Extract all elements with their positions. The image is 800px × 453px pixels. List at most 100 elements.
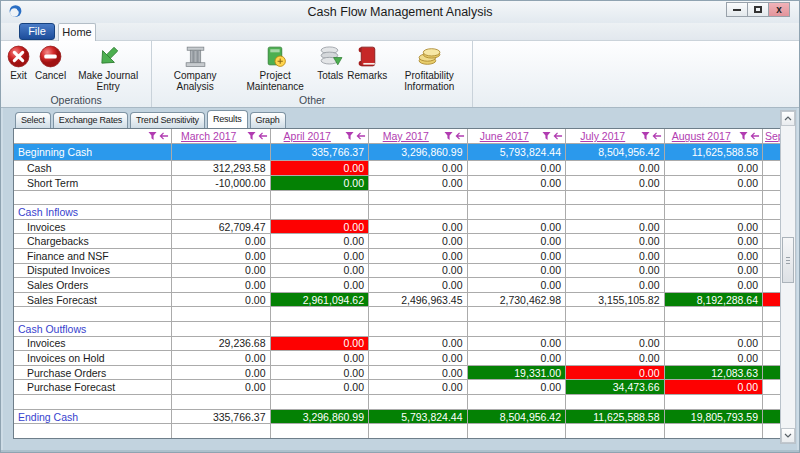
grid-cell[interactable] <box>665 424 764 438</box>
grid-cell[interactable]: 0.00 <box>369 249 468 263</box>
grid-cell[interactable]: 11,625,588.58 <box>566 410 665 424</box>
grid-cell[interactable] <box>763 249 781 263</box>
grid-cell[interactable]: 0.00 <box>665 161 764 175</box>
grid-cell[interactable]: 0.00 <box>665 176 764 190</box>
month-link[interactable]: May 2017 <box>383 130 429 142</box>
grid-cell[interactable]: 0.00 <box>369 264 468 278</box>
grid-cell[interactable] <box>369 191 468 205</box>
grid-cell[interactable]: 0.00 <box>271 380 370 394</box>
grid-cell[interactable] <box>468 205 567 219</box>
row-label[interactable]: Cash Outflows <box>14 322 172 336</box>
grid-cell[interactable]: 0.00 <box>271 264 370 278</box>
grid-cell[interactable] <box>763 205 781 219</box>
grid-cell[interactable]: 0.00 <box>369 351 468 365</box>
filter-icon[interactable] <box>247 132 256 141</box>
filter-icon[interactable] <box>345 132 354 141</box>
grid-cell[interactable]: -10,000.00 <box>172 176 271 190</box>
row-label[interactable] <box>14 191 172 205</box>
grid-cell[interactable]: 0.00 <box>468 220 567 234</box>
grid-cell[interactable]: 0.00 <box>172 234 271 248</box>
tab-results[interactable]: Results <box>207 110 248 128</box>
grid-cell[interactable]: 3,155,105.82 <box>566 293 665 307</box>
grid-cell[interactable] <box>468 424 567 438</box>
grid-cell[interactable]: 0.00 <box>566 249 665 263</box>
arrow-left-icon[interactable] <box>750 132 760 141</box>
grid-cell[interactable]: 0.00 <box>172 264 271 278</box>
filter-icon[interactable] <box>641 132 650 141</box>
row-label[interactable]: Cash Inflows <box>14 205 172 219</box>
grid-cell[interactable]: 34,473.66 <box>566 380 665 394</box>
grid-cell[interactable]: 62,709.47 <box>172 220 271 234</box>
arrow-left-icon[interactable] <box>553 132 563 141</box>
filter-icon[interactable] <box>148 132 157 141</box>
filter-icon[interactable] <box>542 132 551 141</box>
row-label[interactable]: Beginning Cash <box>14 144 172 160</box>
cancel-button[interactable]: Cancel <box>33 43 68 83</box>
grid-cell[interactable] <box>172 191 271 205</box>
grid-cell[interactable] <box>369 205 468 219</box>
grid-cell[interactable]: 3,296,860.99 <box>271 410 370 424</box>
grid-cell[interactable] <box>468 322 567 336</box>
row-label[interactable]: Purchase Forecast <box>14 380 172 394</box>
make-journal-entry-button[interactable]: Make Journal Entry <box>68 43 148 93</box>
grid-cell[interactable]: 335,766.37 <box>271 144 370 160</box>
grid-cell[interactable] <box>271 191 370 205</box>
month-link[interactable]: July 2017 <box>580 130 625 142</box>
home-tab[interactable]: Home <box>58 23 96 41</box>
arrow-left-icon[interactable] <box>159 132 169 141</box>
grid-cell[interactable]: 0.00 <box>468 264 567 278</box>
maximize-button[interactable] <box>747 2 769 17</box>
grid-cell[interactable] <box>763 234 781 248</box>
grid-cell[interactable] <box>763 424 781 438</box>
grid-cell[interactable] <box>763 322 781 336</box>
grid-cell[interactable] <box>763 278 781 292</box>
grid-cell[interactable] <box>763 191 781 205</box>
grid-cell[interactable]: 0.00 <box>665 380 764 394</box>
grid-cell[interactable]: 8,192,288.64 <box>665 293 764 307</box>
grid-cell[interactable] <box>763 220 781 234</box>
row-label[interactable]: Ending Cash <box>14 410 172 424</box>
grid-cell[interactable]: 8,504,956.42 <box>468 410 567 424</box>
grid-cell[interactable]: 0.00 <box>468 161 567 175</box>
grid-cell[interactable]: 0.00 <box>172 249 271 263</box>
grid-cell[interactable]: 335,766.37 <box>172 410 271 424</box>
grid-cell[interactable]: 0.00 <box>172 278 271 292</box>
grid-cell[interactable]: 0.00 <box>369 278 468 292</box>
grid-cell[interactable]: 0.00 <box>271 351 370 365</box>
grid-cell[interactable]: 0.00 <box>566 351 665 365</box>
grid-cell[interactable]: 0.00 <box>369 234 468 248</box>
grid-cell[interactable] <box>566 191 665 205</box>
row-label[interactable] <box>14 424 172 438</box>
grid-cell[interactable]: 0.00 <box>566 161 665 175</box>
grid-cell[interactable]: 0.00 <box>566 234 665 248</box>
grid-cell[interactable] <box>763 380 781 394</box>
grid-cell[interactable] <box>271 307 370 321</box>
month-link[interactable]: June 2017 <box>480 130 529 142</box>
grid-cell[interactable] <box>566 307 665 321</box>
row-label[interactable]: Purchase Orders <box>14 366 172 380</box>
grid-cell[interactable]: 0.00 <box>566 337 665 351</box>
scroll-down-button[interactable] <box>781 428 795 443</box>
grid-cell[interactable]: 0.00 <box>566 220 665 234</box>
grid-cell[interactable] <box>763 410 781 424</box>
grid-cell[interactable]: 0.00 <box>369 366 468 380</box>
grid-cell[interactable]: 0.00 <box>271 234 370 248</box>
grid-cell[interactable] <box>566 424 665 438</box>
project-maintenance-button[interactable]: Project Maintenance <box>235 43 315 93</box>
profitability-information-button[interactable]: Profitability Information <box>389 43 469 93</box>
grid-cell[interactable]: 5,793,824.44 <box>369 410 468 424</box>
grid-cell[interactable] <box>763 161 781 175</box>
grid-cell[interactable] <box>172 322 271 336</box>
tab-select[interactable]: Select <box>15 112 51 128</box>
grid-cell[interactable]: 3,296,860.99 <box>369 144 468 160</box>
grid-cell[interactable] <box>271 424 370 438</box>
grid-cell[interactable] <box>763 337 781 351</box>
grid-cell[interactable]: 0.00 <box>665 337 764 351</box>
month-link[interactable]: April 2017 <box>284 130 331 142</box>
grid-cell[interactable] <box>172 395 271 409</box>
grid-cell[interactable] <box>566 205 665 219</box>
grid-cell[interactable] <box>763 144 781 160</box>
grid-cell[interactable]: 0.00 <box>566 176 665 190</box>
grid-cell[interactable]: 0.00 <box>468 278 567 292</box>
filter-icon[interactable] <box>444 132 453 141</box>
